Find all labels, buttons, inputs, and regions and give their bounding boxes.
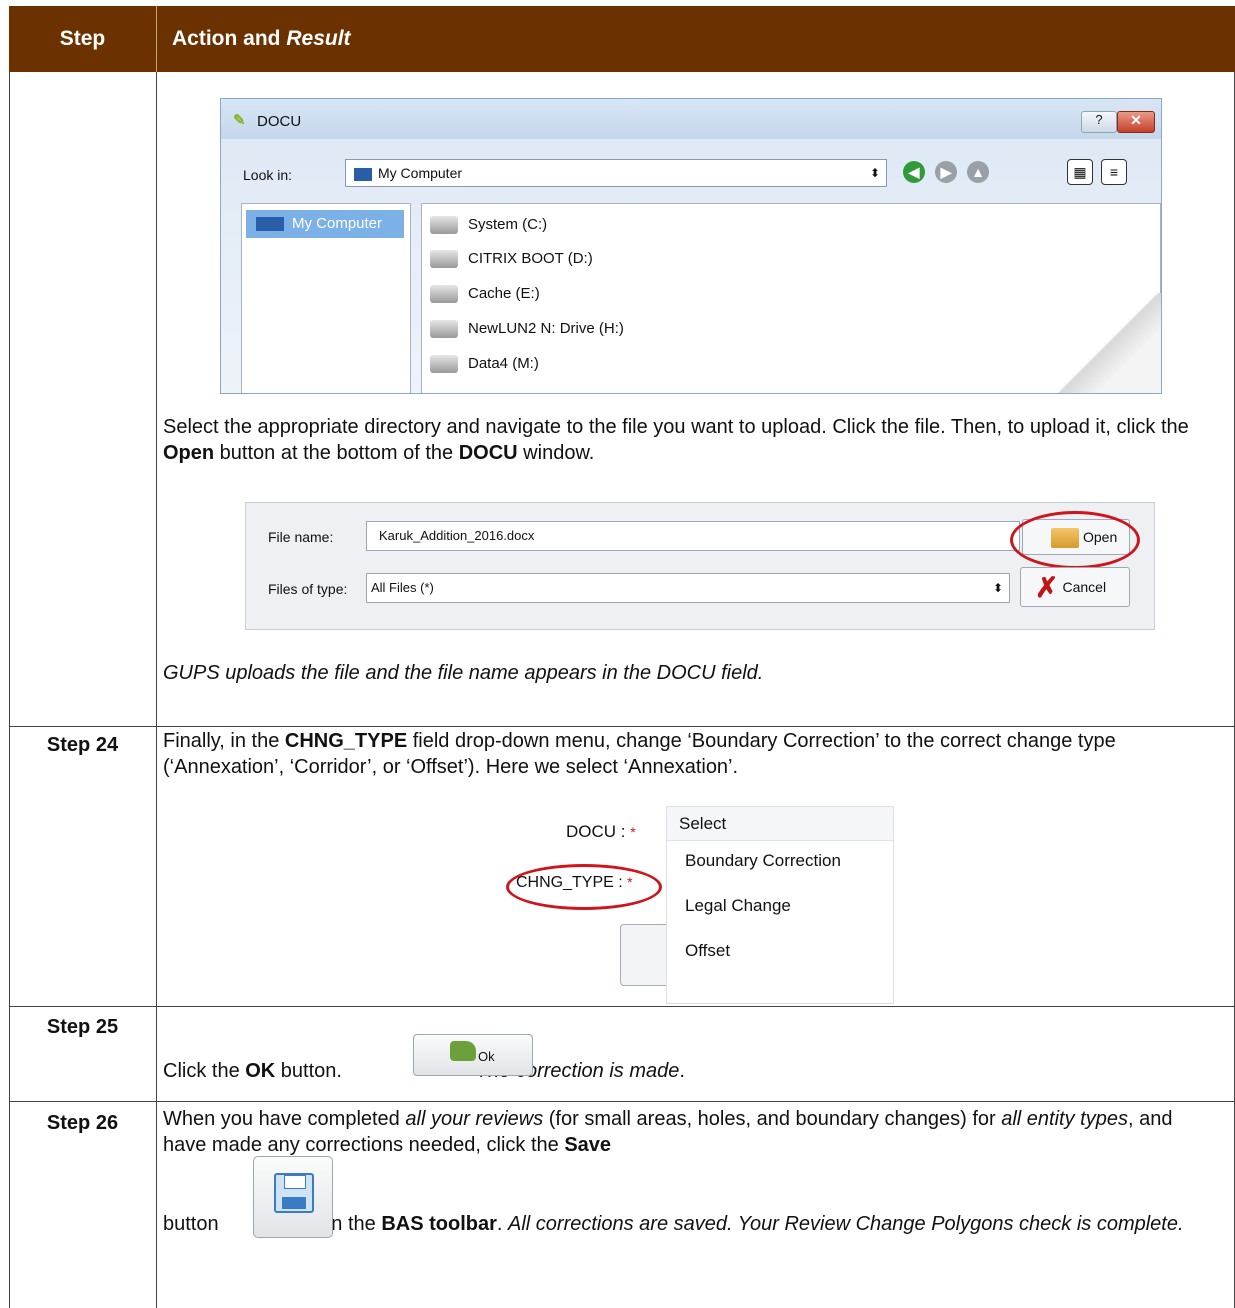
app-logo-icon: ✎ xyxy=(233,112,246,129)
list-item[interactable]: CITRIX BOOT (D:) xyxy=(430,244,593,274)
text: button xyxy=(163,1213,219,1235)
files-of-type-label: Files of type: xyxy=(268,581,348,597)
text: When you have completed xyxy=(163,1108,406,1130)
drive-label: System (C:) xyxy=(468,216,548,233)
computer-icon xyxy=(354,167,372,181)
drive-label: NewLUN2 N: Drive (H:) xyxy=(468,320,624,337)
step-label: Step 24 xyxy=(46,734,119,756)
change-type-menu: Select Boundary Correction Legal Change … xyxy=(666,806,894,1004)
header-step: Step xyxy=(9,6,157,72)
row25-paragraph: Click the OK button. The correction is ma… xyxy=(163,1058,1213,1084)
drive-icon xyxy=(430,216,458,235)
step-label: Step 26 xyxy=(46,1112,119,1134)
text: Click the xyxy=(163,1060,246,1082)
arrow-icon xyxy=(450,1041,476,1061)
text: Open xyxy=(163,442,215,464)
text: CHNG_TYPE xyxy=(284,730,408,752)
computer-icon xyxy=(256,217,284,232)
floppy-disk-icon xyxy=(274,1173,314,1213)
file-name-label: File name: xyxy=(268,529,334,545)
sidebar-item-my-computer[interactable]: My Computer xyxy=(246,210,404,238)
close-button[interactable]: ✕ xyxy=(1117,111,1155,133)
text: DOCU : xyxy=(566,822,626,841)
text: (for small areas, holes, and boundary ch… xyxy=(543,1108,1002,1130)
required-marker: * xyxy=(630,824,636,840)
text: BAS toolbar xyxy=(381,1213,497,1235)
look-in-select[interactable]: My Computer ⬍ xyxy=(345,159,887,187)
text: Finally, in the xyxy=(163,730,285,752)
sidebar: My Computer xyxy=(241,203,411,393)
text: DOCU xyxy=(458,442,518,464)
file-chooser-panel: File name: Karuk_Addition_2016.docx File… xyxy=(245,502,1155,630)
docu-dialog: ✎ DOCU ? ✕ Look in: My Computer ⬍ ◀ ▶ ▲ … xyxy=(220,98,1162,394)
cancel-label: Cancel xyxy=(1062,579,1107,595)
chng-type-dropdown-screenshot: DOCU : * CHNG_TYPE : * Select Boundary C… xyxy=(500,806,894,1004)
docu-field-label: DOCU : * xyxy=(566,822,636,842)
chevron-updown-icon: ⬍ xyxy=(869,166,880,180)
text: . xyxy=(496,1213,509,1235)
list-item[interactable]: Data4 (M:) xyxy=(430,349,539,379)
up-icon[interactable]: ▲ xyxy=(967,161,989,183)
network-drive-icon xyxy=(430,355,458,374)
list-item[interactable]: System (C:) xyxy=(430,210,547,240)
text: . xyxy=(679,1060,685,1082)
forward-icon[interactable]: ▶ xyxy=(935,161,957,183)
network-drive-icon xyxy=(430,320,458,339)
detail-view-icon[interactable]: ≡ xyxy=(1101,159,1127,185)
file-list: System (C:) CITRIX BOOT (D:) Cache (E:) … xyxy=(421,203,1161,393)
drive-label: Data4 (M:) xyxy=(468,355,539,372)
file-name-input[interactable]: Karuk_Addition_2016.docx xyxy=(366,521,1020,551)
list-item[interactable]: NewLUN2 N: Drive (H:) xyxy=(430,314,624,344)
table-header: Step Action and Result xyxy=(9,6,1235,72)
row26-paragraph: When you have completed all your reviews… xyxy=(163,1106,1213,1158)
dialog-title: DOCU xyxy=(257,113,302,130)
list-item[interactable]: Cache (E:) xyxy=(430,279,540,309)
page-curl xyxy=(1051,293,1161,393)
menu-item-offset[interactable]: Offset xyxy=(685,941,730,961)
text: all entity types xyxy=(1001,1108,1128,1130)
ok-label: Ok xyxy=(478,1049,495,1064)
highlight-circle xyxy=(506,864,662,910)
ok-button[interactable]: Ok xyxy=(413,1034,533,1076)
cancel-button[interactable]: ✗ Cancel xyxy=(1020,567,1130,607)
drive-label: CITRIX BOOT (D:) xyxy=(468,250,593,267)
text: button. xyxy=(275,1060,342,1082)
save-button[interactable] xyxy=(253,1156,333,1238)
look-in-label: Look in: xyxy=(243,167,293,183)
list-view-icon[interactable]: ▦ xyxy=(1067,159,1093,185)
highlight-circle xyxy=(1010,511,1140,569)
files-of-type-select[interactable]: All Files (*) ⬍ xyxy=(366,573,1010,603)
menu-item-boundary-correction[interactable]: Boundary Correction xyxy=(685,851,841,871)
cancel-icon: ✗ xyxy=(1035,572,1059,604)
drive-label: Cache (E:) xyxy=(468,285,540,302)
text: All corrections are saved. Your Review C… xyxy=(508,1213,1184,1235)
header-result-text: Result xyxy=(286,27,351,50)
text: button at the bottom of the xyxy=(214,442,459,464)
sidebar-item-label: My Computer xyxy=(292,215,383,232)
menu-item-legal-change[interactable]: Legal Change xyxy=(685,896,791,916)
header-action-text: Action and xyxy=(172,27,281,50)
select-value: All Files (*) xyxy=(371,580,434,595)
row24-paragraph: Finally, in the CHNG_TYPE field drop-dow… xyxy=(163,728,1213,780)
text: window. xyxy=(517,442,595,464)
table-row xyxy=(9,1007,1235,1102)
row23-result: GUPS uploads the file and the file name … xyxy=(163,662,764,684)
chevron-updown-icon: ⬍ xyxy=(992,581,1003,595)
text: all your reviews xyxy=(405,1108,544,1130)
header-action: Action and Result xyxy=(172,6,351,72)
text: OK xyxy=(245,1060,276,1082)
drive-icon xyxy=(430,285,458,304)
menu-item-select[interactable]: Select xyxy=(667,807,893,841)
row23-paragraph: Select the appropriate directory and nav… xyxy=(163,414,1213,466)
step-label: Step 25 xyxy=(46,1016,119,1038)
dvd-drive-icon xyxy=(430,250,458,269)
text: Select the appropriate directory and nav… xyxy=(163,416,1189,438)
look-in-value: My Computer xyxy=(378,165,463,181)
text: Save xyxy=(564,1134,612,1156)
back-icon[interactable]: ◀ xyxy=(903,161,925,183)
help-button[interactable]: ? xyxy=(1081,111,1117,133)
